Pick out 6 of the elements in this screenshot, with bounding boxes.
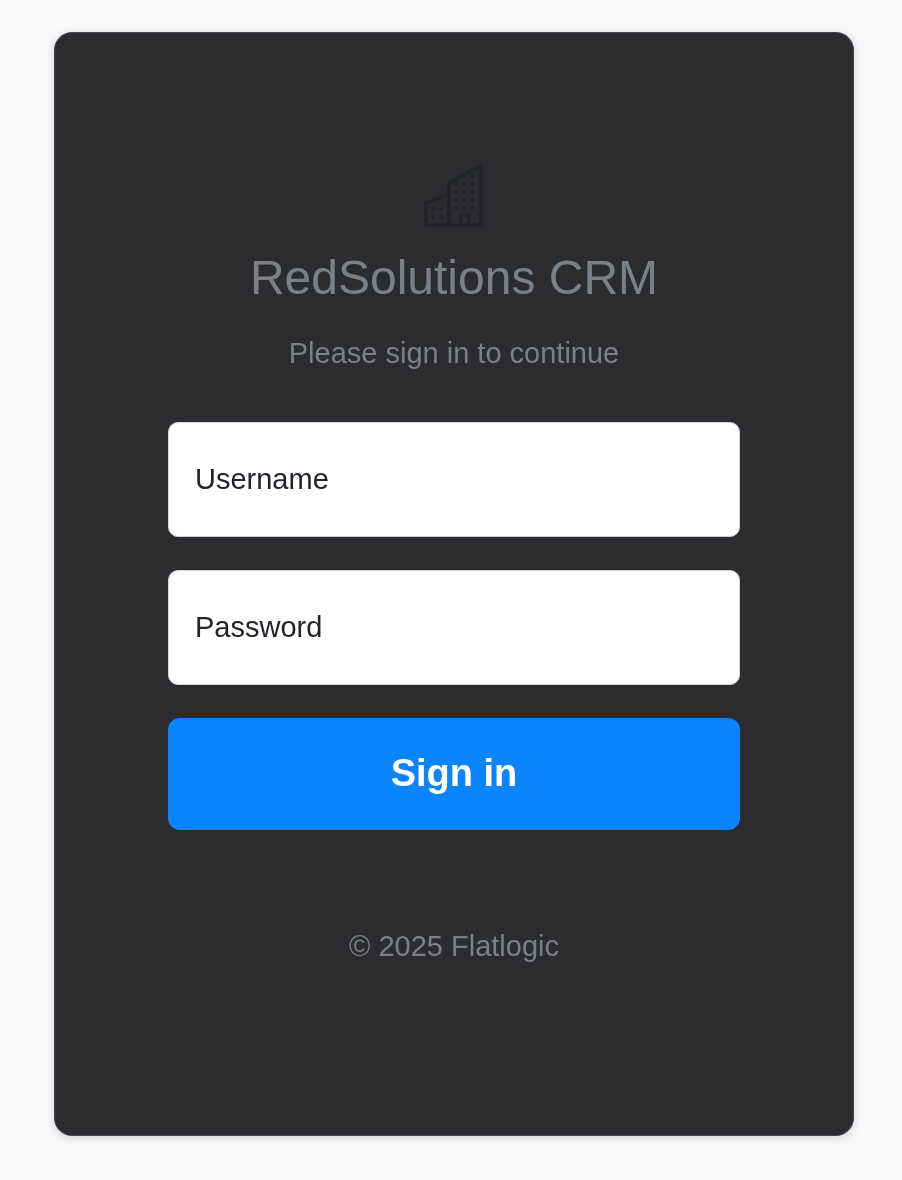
subtitle: Please sign in to continue	[288, 336, 620, 370]
sign-in-button[interactable]: Sign in	[168, 717, 740, 830]
copyright-text: © 2025 Flatlogic	[349, 929, 559, 963]
app-title: RedSolutions CRM	[249, 250, 659, 306]
password-field[interactable]: Password	[168, 569, 740, 685]
username-field[interactable]: Username	[168, 421, 740, 537]
